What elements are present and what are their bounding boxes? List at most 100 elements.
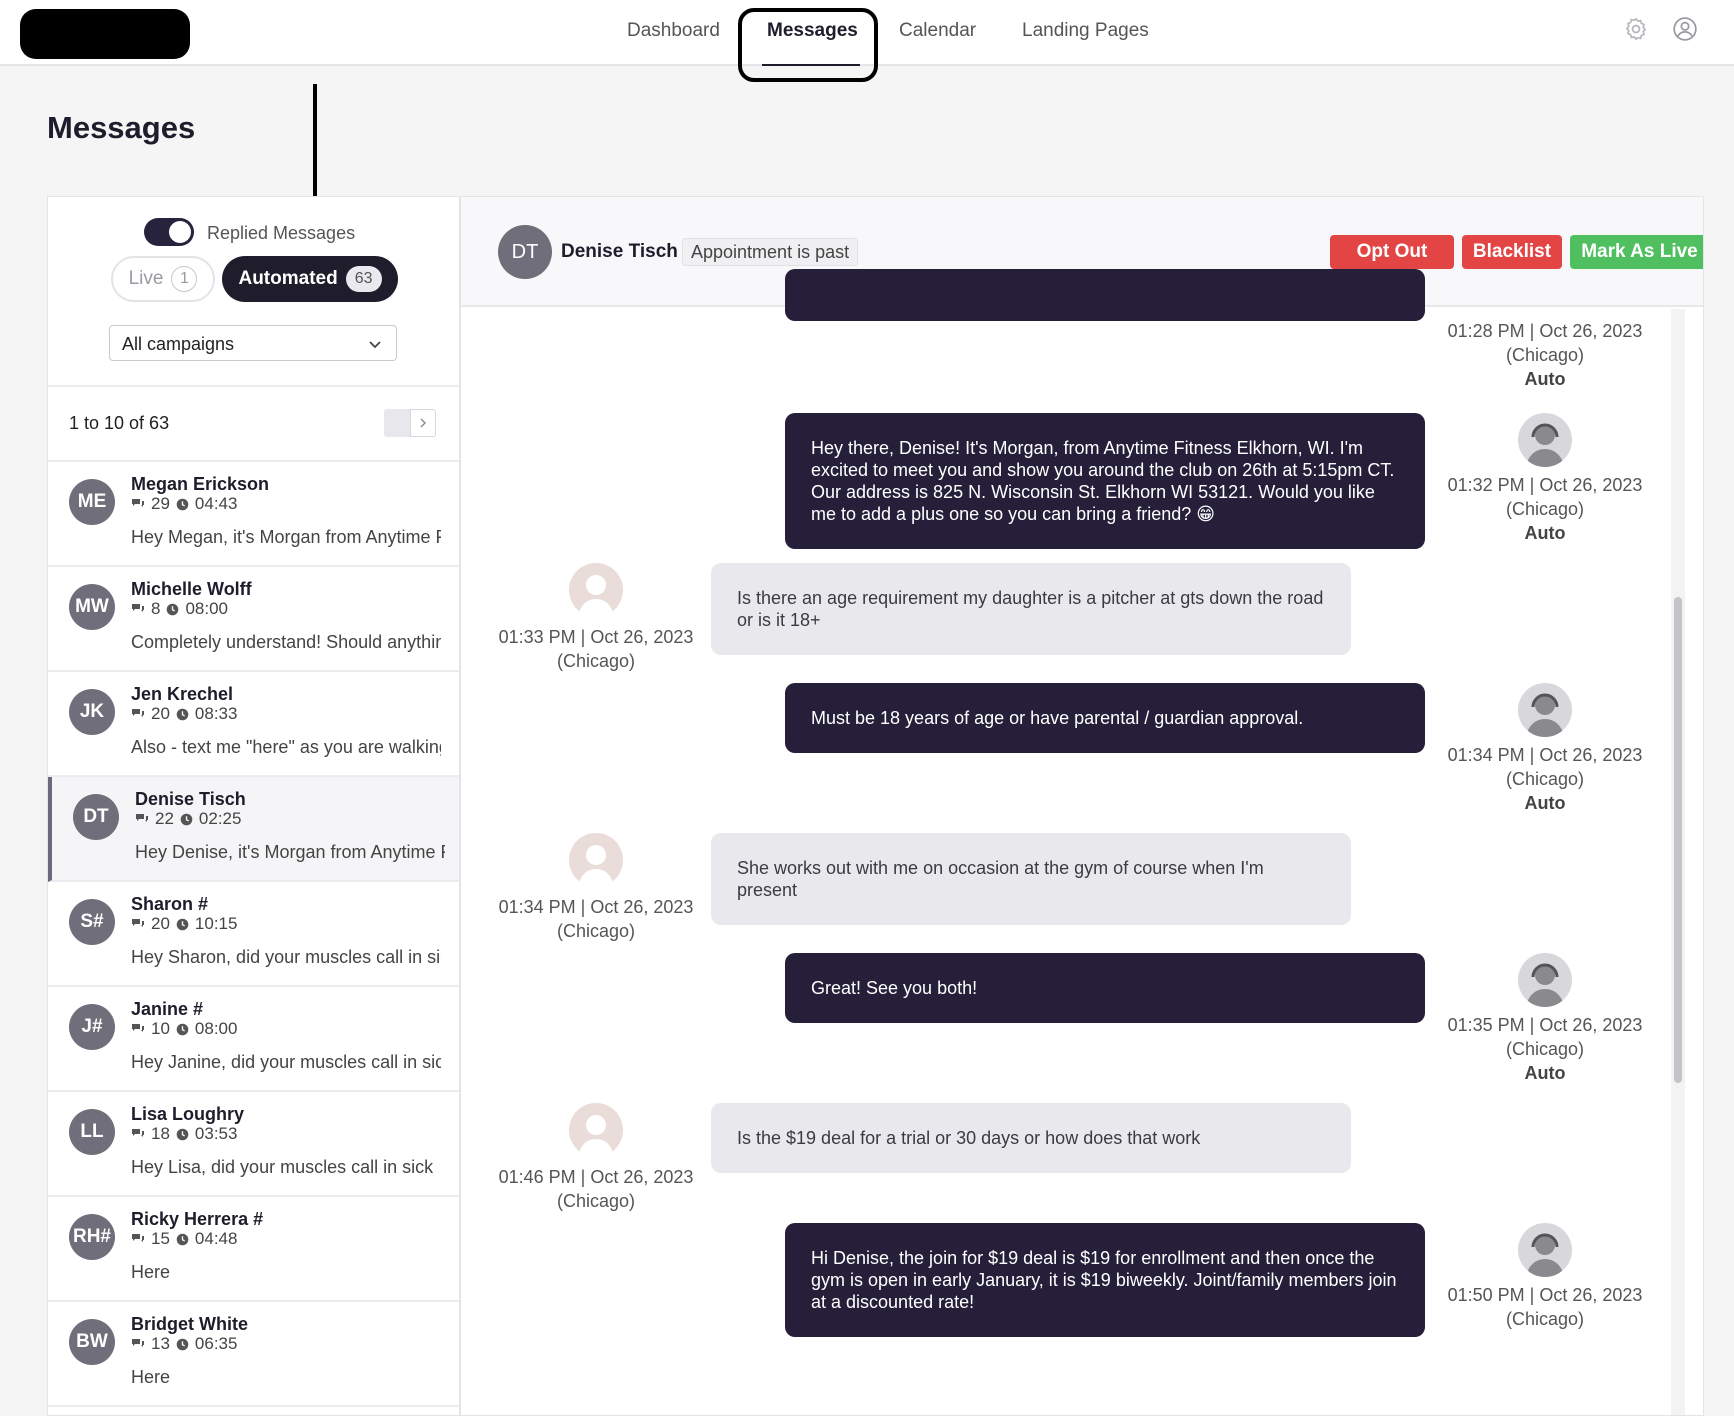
nav-calendar[interactable]: Calendar [899, 20, 976, 42]
avatar: J# [69, 1004, 115, 1050]
chat-bubbles-icon [132, 1338, 144, 1347]
conversation-meta: 22 02:25 [135, 809, 241, 829]
outgoing-message [785, 269, 1425, 321]
filter-live-button[interactable]: Live 1 [111, 256, 215, 302]
conversation-time: 03:53 [194, 1124, 238, 1143]
conversation-preview: Hey Janine, did your muscles call in sic… [131, 1052, 441, 1072]
message-count: 18 [151, 1124, 170, 1143]
conversation-list-panel: Replied Messages Live 1 Automated 63 All… [47, 196, 460, 1416]
contact-avatar-icon [569, 1103, 623, 1157]
conversation-item[interactable]: JK Jen Krechel 20 08:33 Also - text me "here… [48, 672, 459, 777]
conversation-item[interactable]: MW Michelle Wolff 8 08:00 Completely underst… [48, 567, 459, 672]
conversation-meta: 10 08:00 [131, 1019, 237, 1039]
conversation-item[interactable]: S# Sharon #20 10:15 Hey Sharon, did your mu… [48, 882, 459, 987]
auto-tag: Auto [1524, 793, 1566, 813]
mark-as-live-button[interactable]: Mark As Live [1570, 235, 1703, 269]
conversation-time: 04:48 [194, 1229, 238, 1248]
nav-dashboard[interactable]: Dashboard [627, 20, 720, 42]
outgoing-message: Hey there, Denise! It's Morgan, from Any… [785, 413, 1425, 549]
conversation-name: Sharon # [131, 894, 209, 914]
message-time: 01:28 PM | Oct 26, 2023 [1447, 321, 1643, 341]
message-timezone: (Chicago) [1505, 499, 1585, 519]
conversation-preview: Hey Sharon, did your muscles call in sic… [131, 947, 441, 967]
conversation-preview: Hey Lisa, did your muscles call in sick [131, 1157, 434, 1177]
conversation-time: 04:43 [194, 494, 238, 513]
conversation-preview: Completely understand! Should anything c… [131, 632, 441, 652]
gear-icon[interactable] [1623, 16, 1649, 42]
contact-avatar-icon [569, 563, 623, 617]
conversation-meta: 18 03:53 [131, 1124, 237, 1144]
status-badge: Appointment is past [682, 238, 859, 266]
message-time: 01:32 PM | Oct 26, 2023 [1447, 475, 1643, 495]
toggle-label: Replied Messages [207, 223, 356, 243]
blacklist-button[interactable]: Blacklist [1462, 235, 1562, 269]
user-circle-icon[interactable] [1672, 16, 1698, 42]
clock-icon [180, 813, 193, 825]
avatar: DT [73, 794, 119, 840]
conversation-name: Bridget White [131, 1314, 248, 1334]
message-timezone: (Chicago) [556, 921, 636, 941]
chevron-down-icon [369, 341, 381, 349]
conversation-time: 08:33 [194, 704, 238, 723]
message-meta: 01:32 PM | Oct 26, 2023 (Chicago) Auto [1421, 473, 1669, 545]
campaign-select[interactable]: All campaigns [109, 325, 397, 361]
conversation-time: 10:15 [194, 914, 238, 933]
agent-avatar-icon [1518, 413, 1572, 467]
incoming-message: She works out with me on occasion at the… [711, 833, 1351, 925]
page-title: Messages [47, 110, 196, 145]
message-count: 20 [151, 704, 170, 723]
conversation-name: Lisa Loughry [131, 1104, 245, 1124]
opt-out-button[interactable]: Opt Out [1330, 235, 1454, 269]
scrollbar-thumb[interactable] [1674, 597, 1682, 1083]
message-thread[interactable]: 01:28 PM | Oct 26, 2023 (Chicago) Auto Hey … [461, 269, 1703, 1415]
avatar: LL [69, 1109, 115, 1155]
pagination-text: 1 to 10 of 63 [69, 413, 170, 433]
avatar: MW [69, 584, 115, 630]
avatar: JK [69, 689, 115, 735]
conversation-item[interactable]: LL Lisa Loughry 18 03:53 Hey Lisa, did your … [48, 1092, 459, 1197]
live-count-badge: 1 [171, 266, 198, 292]
chat-bubbles-icon [132, 918, 144, 927]
auto-tag: Auto [1524, 523, 1566, 543]
outgoing-message: Great! See you both! [785, 953, 1425, 1023]
conversation-meta: 15 04:48 [131, 1229, 237, 1249]
message-time: 01:50 PM | Oct 26, 2023 [1447, 1285, 1643, 1305]
avatar: RH# [69, 1214, 115, 1260]
pagination-next-button[interactable] [410, 409, 436, 437]
replied-messages-toggle[interactable] [144, 218, 194, 246]
message-time: 01:34 PM | Oct 26, 2023 [498, 897, 694, 917]
filter-automated-button[interactable]: Automated 63 [222, 256, 398, 302]
chat-bubbles-icon [132, 708, 144, 717]
filter-live-label: Live [128, 268, 164, 289]
auto-tag: Auto [1524, 369, 1566, 389]
incoming-message: Is there an age requirement my daughter … [711, 563, 1351, 655]
conversation-item[interactable]: ME Megan Erickson 29 04:43 Hey Megan, it's M… [48, 462, 459, 567]
conversation-name: Michelle Wolff [131, 579, 252, 599]
conversation-preview: Hey Denise, it's Morgan from Anytime Fit… [135, 842, 445, 862]
clock-icon [176, 1128, 189, 1140]
agent-avatar-icon [1518, 953, 1572, 1007]
clock-icon [176, 1338, 189, 1350]
message-timezone: (Chicago) [1505, 769, 1585, 789]
message-meta: 01:34 PM | Oct 26, 2023 (Chicago) [481, 895, 711, 943]
conversation-panel: DT Denise Tisch Appointment is past Opt … [460, 196, 1704, 1416]
outgoing-message: Hi Denise, the join for $19 deal is $19 … [785, 1223, 1425, 1337]
conversation-time: 08:00 [185, 599, 229, 618]
conversation-meta: 29 04:43 [131, 494, 237, 514]
conversation-item[interactable]: DT Denise Tisch 22 02:25 Hey Denise, it's Mo… [48, 777, 459, 882]
conversation-name: Megan Erickson [131, 474, 270, 494]
conversation-time: 08:00 [194, 1019, 238, 1038]
chat-bubbles-icon [132, 1023, 144, 1032]
message-count: 20 [151, 914, 170, 933]
conversation-item[interactable]: J# Janine #10 08:00 Hey Janine, did your mu… [48, 987, 459, 1092]
auto-tag: Auto [1524, 1063, 1566, 1083]
pagination-prev-button[interactable] [384, 409, 410, 437]
message-timezone: (Chicago) [1505, 1309, 1585, 1329]
nav-landing-pages[interactable]: Landing Pages [1022, 20, 1149, 42]
conversation-item[interactable]: RH# Ricky Herrera #15 04:48 Here [48, 1197, 459, 1302]
conversation-meta: 20 08:33 [131, 704, 237, 724]
clock-icon [176, 708, 189, 720]
conversation-item[interactable]: BW Bridget White 13 06:35 Here [48, 1302, 459, 1407]
contact-avatar-icon [569, 833, 623, 887]
chevron-right-icon [420, 418, 426, 428]
